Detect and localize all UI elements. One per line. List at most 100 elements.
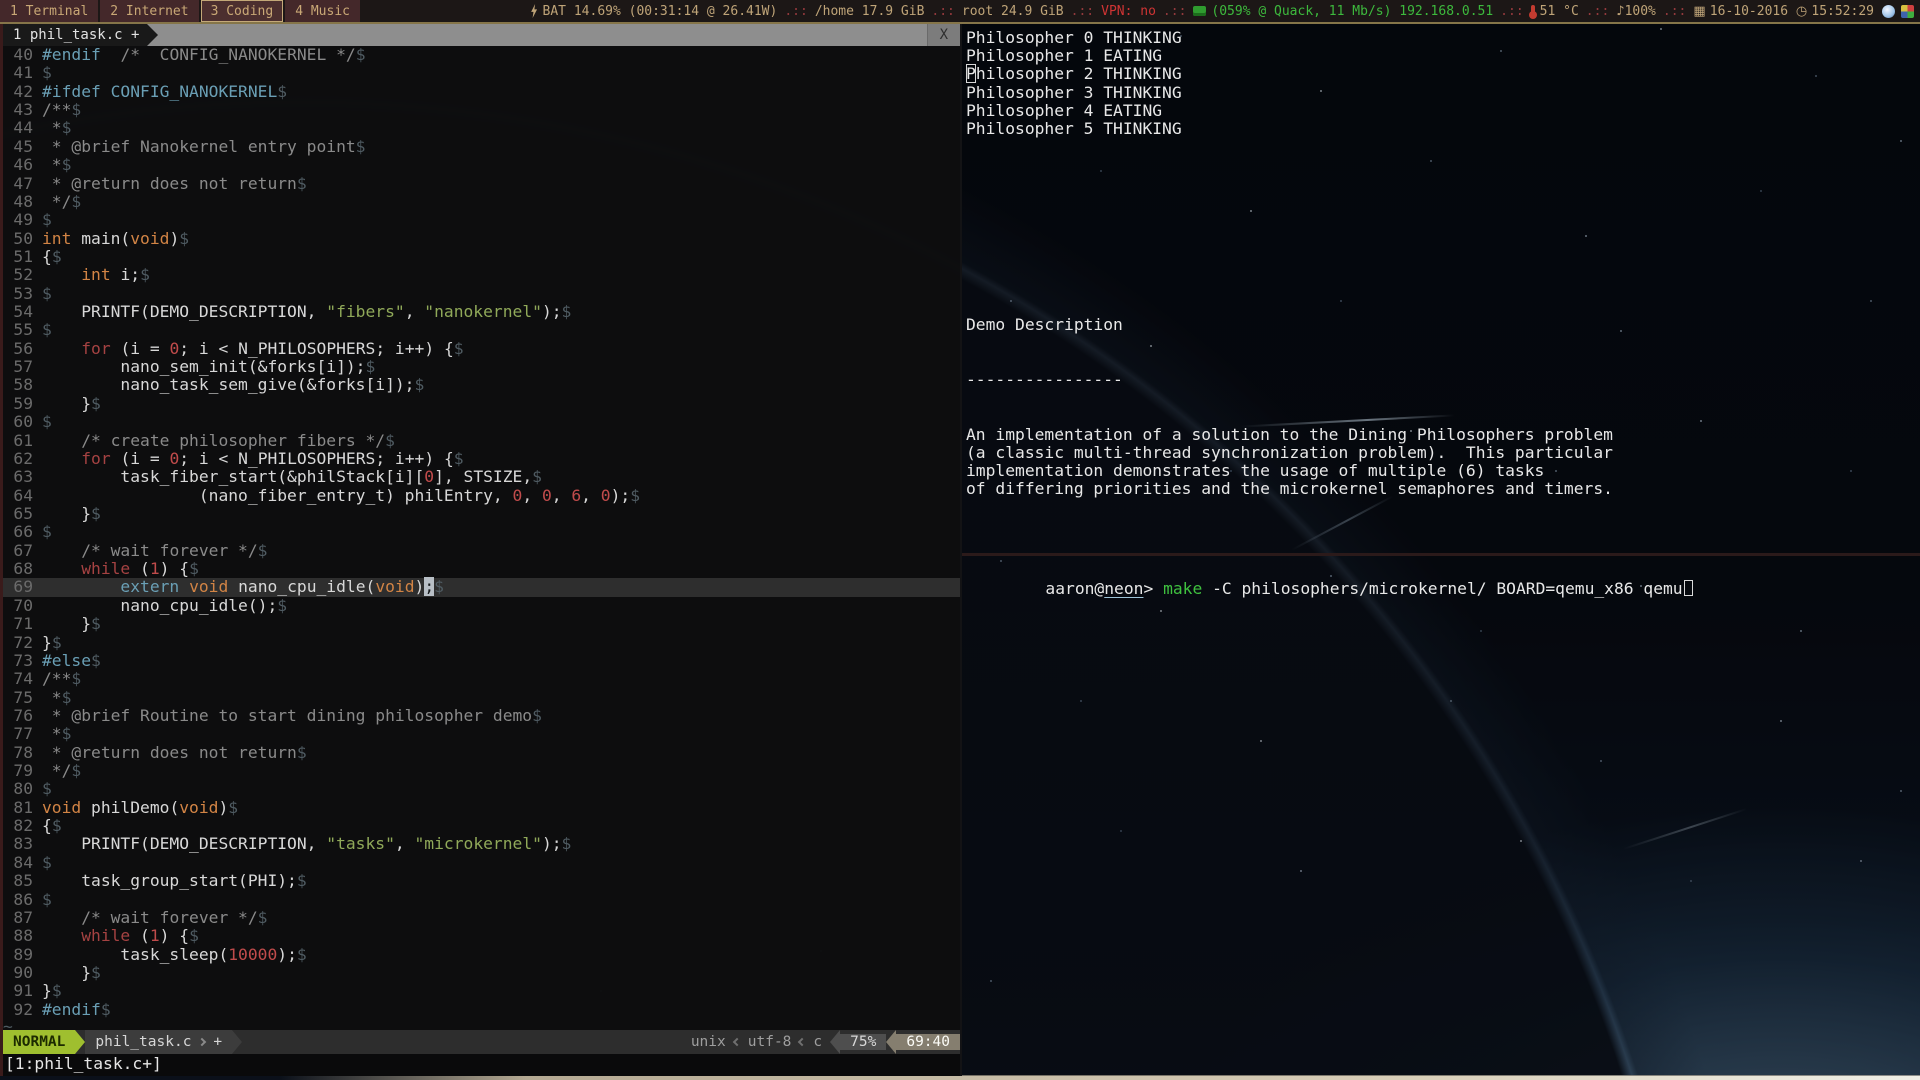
code-line[interactable]: 55$ [3,321,960,339]
workspace-button-internet[interactable]: 2 Internet [100,0,198,22]
code-line[interactable]: 77 *$ [3,725,960,743]
code-token: ( [130,926,150,945]
code-token: /** [42,669,71,688]
code-line[interactable]: 90 }$ [3,964,960,982]
filetype: c [813,1034,822,1050]
code-line[interactable]: 91}$ [3,982,960,1000]
code-line[interactable]: 69 extern void nano_cpu_idle(void);$ [3,578,960,596]
code-line[interactable]: 88 while (1) {$ [3,927,960,945]
code-line[interactable]: 75 *$ [3,689,960,707]
vim-editor-pane[interactable]: 1 phil_task.c + X 40#endif /* CONFIG_NAN… [0,24,960,1076]
code-line[interactable]: 76 * @brief Routine to start dining phil… [3,707,960,725]
code-line[interactable]: 58 nano_task_sem_give(&forks[i]);$ [3,376,960,394]
powerline-arrow [232,1030,242,1054]
code-line[interactable]: 43/**$ [3,101,960,119]
workspace-button-coding[interactable]: 3 Coding [201,0,284,22]
code-line[interactable]: 81void philDemo(void)$ [3,799,960,817]
code-line[interactable]: 73#else$ [3,652,960,670]
code-line[interactable]: 67 /* wait forever */$ [3,542,960,560]
code-token: $ [42,412,52,431]
code-line[interactable]: 68 while (1) {$ [3,560,960,578]
code-token: 0 [169,449,179,468]
code-line[interactable]: 56 for (i = 0; i < N_PHILOSOPHERS; i++) … [3,340,960,358]
code-token: ); [542,302,562,321]
code-token: for [81,339,110,358]
line-number: 43 [3,101,33,119]
code-token: #ifdef CONFIG_NANOKERNEL [42,82,277,101]
code-line[interactable]: 45 * @brief Nanokernel entry point$ [3,138,960,156]
demo-description: Demo Description ---------------- An imp… [966,280,1613,535]
code-token: 1 [150,559,160,578]
philosopher-status-line: Philosopher 2 THINKING [966,65,1182,83]
code-token: $ [356,46,366,64]
code-line[interactable]: 82{$ [3,817,960,835]
code-token: * [42,155,62,174]
code-line[interactable]: 70 nano_cpu_idle();$ [3,597,960,615]
vim-commandline[interactable]: [1:phil_task.c+] [3,1054,960,1076]
status-bar: 1 Terminal2 Internet3 Coding4 Music BAT … [0,0,1920,22]
code-line[interactable]: 92#endif$ [3,1001,960,1019]
code-line[interactable]: 60$ [3,413,960,431]
line-number: 84 [3,854,33,872]
code-line[interactable]: 49$ [3,211,960,229]
code-line[interactable]: 79 */$ [3,762,960,780]
tab-phil-task[interactable]: 1 phil_task.c + [3,24,147,46]
code-line[interactable]: 66$ [3,523,960,541]
code-line[interactable]: 87 /* wait forever */$ [3,909,960,927]
line-number: 50 [3,230,33,248]
workspace-button-terminal[interactable]: 1 Terminal [0,0,98,22]
code-line[interactable]: 51{$ [3,248,960,266]
code-token: 0 [513,486,523,505]
code-line[interactable]: 44 *$ [3,119,960,137]
glyph-icon: ♪ [1616,4,1624,19]
code-token: 6 [571,486,581,505]
line-number: 49 [3,211,33,229]
code-line[interactable]: 89 task_sleep(10000);$ [3,946,960,964]
line-number: 54 [3,303,33,321]
code-line[interactable]: 57 nano_sem_init(&forks[i]);$ [3,358,960,376]
code-line[interactable]: 42#ifdef CONFIG_NANOKERNEL$ [3,83,960,101]
code-line[interactable]: 80$ [3,780,960,798]
code-token [42,265,81,284]
line-number: 88 [3,927,33,945]
code-token [42,431,81,450]
status-text: root 24.9 GiB [962,4,1064,19]
shell-prompt[interactable]: aaron@neon> make -C philosophers/microke… [967,562,1693,617]
code-line[interactable]: 72}$ [3,634,960,652]
code-line[interactable]: 83 PRINTF(DEMO_DESCRIPTION, "tasks", "mi… [3,835,960,853]
code-line[interactable]: 62 for (i = 0; i < N_PHILOSOPHERS; i++) … [3,450,960,468]
terminal-cursor-hollow: P [966,64,976,83]
code-line[interactable]: 74/**$ [3,670,960,688]
code-line[interactable]: 85 task_group_start(PHI);$ [3,872,960,890]
code-line[interactable]: 41$ [3,64,960,82]
code-line[interactable]: 61 /* create philosopher fibers */$ [3,432,960,450]
code-token: /* CONFIG_NANOKERNEL */ [120,46,355,64]
code-token: $ [42,320,52,339]
code-token: $ [258,908,268,927]
code-line[interactable]: 47 * @return does not return$ [3,175,960,193]
code-buffer[interactable]: 40#endif /* CONFIG_NANOKERNEL */$41$42#i… [3,46,960,1030]
code-line[interactable]: 65 }$ [3,505,960,523]
code-line[interactable]: 78 * @return does not return$ [3,744,960,762]
code-line[interactable]: 59 }$ [3,395,960,413]
shell-pane[interactable]: aaron@neon> make -C philosophers/microke… [962,556,1920,1076]
code-line[interactable]: 71 }$ [3,615,960,633]
code-line[interactable]: 53$ [3,285,960,303]
code-line[interactable]: 50int main(void)$ [3,230,960,248]
code-token: ) { [160,926,189,945]
code-line[interactable]: 48 */$ [3,193,960,211]
code-line[interactable]: 46 *$ [3,156,960,174]
code-token: PRINTF(DEMO_DESCRIPTION, [42,834,326,853]
workspace-button-music[interactable]: 4 Music [285,0,360,22]
code-line[interactable]: 64 (nano_fiber_entry_t) philEntry, 0, 0,… [3,487,960,505]
code-line[interactable]: 54 PRINTF(DEMO_DESCRIPTION, "fibers", "n… [3,303,960,321]
code-line[interactable]: 52 int i;$ [3,266,960,284]
code-line[interactable]: 63 task_fiber_start(&philStack[i][0], ST… [3,468,960,486]
code-line[interactable]: 86$ [3,891,960,909]
tab-close-button[interactable]: X [927,24,960,46]
qemu-console-pane[interactable]: Philosopher 0 THINKINGPhilosopher 1 EATI… [962,24,1920,553]
line-number: 89 [3,946,33,964]
code-line[interactable]: 84$ [3,854,960,872]
line-number: 83 [3,835,33,853]
code-line[interactable]: 40#endif /* CONFIG_NANOKERNEL */$ [3,46,960,64]
